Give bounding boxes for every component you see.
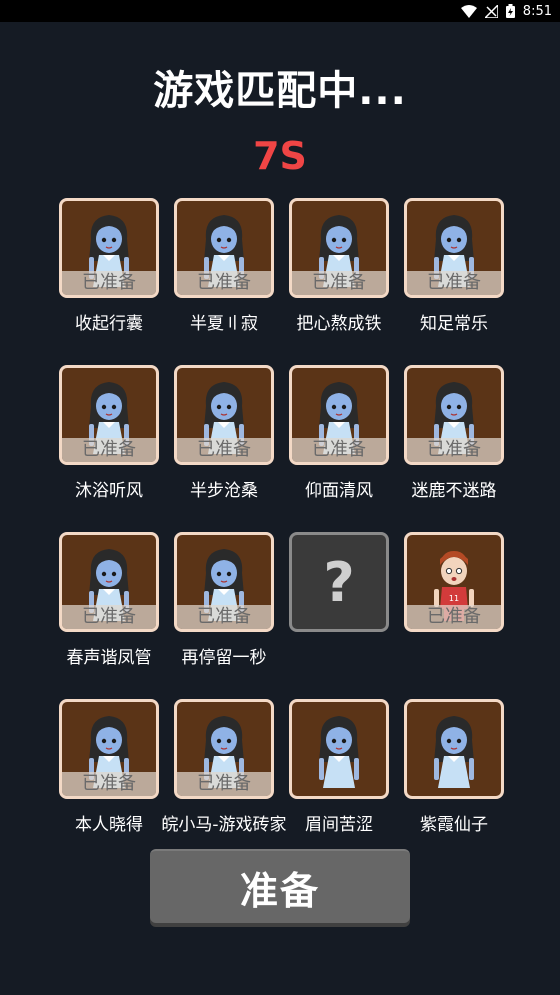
player-card: 已准备 (59, 198, 159, 298)
ready-badge: 已准备 (177, 605, 271, 629)
ready-badge: 已准备 (62, 605, 156, 629)
ready-badge: 已准备 (407, 605, 501, 629)
player-slot: 已准备 仰面清风 (289, 365, 389, 532)
page-title: 游戏匹配中... (153, 68, 407, 114)
player-name: 春声谐凤管 (66, 648, 152, 668)
player-name: 半夏〢寂 (190, 314, 258, 334)
ready-button[interactable]: 准备 (150, 849, 410, 923)
player-card: 11 已准备 (404, 532, 504, 632)
player-slot: 已准备 收起行囊 (59, 198, 159, 365)
player-name: 皖小马-游戏砖家 (161, 815, 287, 835)
player-slot: 已准备 迷鹿不迷路 (404, 365, 504, 532)
svg-text:11: 11 (449, 594, 459, 603)
girl-avatar-icon (424, 710, 484, 790)
player-slot: 已准备 半步沧桑 (174, 365, 274, 532)
ready-badge: 已准备 (177, 271, 271, 295)
ready-badge: 已准备 (177, 438, 271, 462)
no-signal-icon (484, 4, 498, 18)
ready-badge: 已准备 (407, 438, 501, 462)
player-slot: ? (289, 532, 389, 699)
player-name: 紫霞仙子 (420, 815, 488, 835)
ready-badge: 已准备 (407, 271, 501, 295)
empty-player-card: ? (289, 532, 389, 632)
player-card: 已准备 (289, 365, 389, 465)
player-card: 已准备 (404, 198, 504, 298)
clock: 8:51 (522, 3, 552, 19)
player-card (289, 699, 389, 799)
player-card: 已准备 (289, 198, 389, 298)
player-name: 迷鹿不迷路 (411, 481, 497, 501)
player-grid: 已准备 收起行囊 已准备 半夏〢寂 已准备 把心熬成铁 已准备 知足常乐 已准备 沐浴听风… (59, 198, 504, 866)
ready-badge: 已准备 (292, 438, 386, 462)
ready-badge: 已准备 (62, 438, 156, 462)
player-card: 已准备 (59, 532, 159, 632)
wifi-icon (460, 4, 477, 18)
player-card: 已准备 (174, 532, 274, 632)
player-slot: 眉间苦涩 (289, 699, 389, 866)
girl-avatar-icon (309, 710, 369, 790)
ready-badge: 已准备 (62, 772, 156, 796)
countdown-timer: 7S (253, 134, 307, 178)
player-card: 已准备 (174, 699, 274, 799)
question-mark-icon: ? (323, 550, 355, 614)
ready-badge: 已准备 (62, 271, 156, 295)
player-card: 已准备 (404, 365, 504, 465)
player-slot: 已准备 再停留一秒 (174, 532, 274, 699)
player-name: 沐浴听风 (75, 481, 143, 501)
player-name: 半步沧桑 (190, 481, 258, 501)
player-slot: 已准备 把心熬成铁 (289, 198, 389, 365)
player-card: 已准备 (59, 699, 159, 799)
player-name: 收起行囊 (75, 314, 143, 334)
player-name: 眉间苦涩 (305, 815, 373, 835)
player-card: 已准备 (174, 198, 274, 298)
player-slot: 已准备皖小马-游戏砖家 (161, 699, 287, 866)
player-card: 已准备 (174, 365, 274, 465)
player-card (404, 699, 504, 799)
player-slot: 已准备 本人晓得 (59, 699, 159, 866)
ready-badge: 已准备 (292, 271, 386, 295)
status-bar: 8:51 (0, 0, 560, 22)
player-slot: 11 已准备 (404, 532, 504, 699)
player-slot: 已准备 半夏〢寂 (174, 198, 274, 365)
ready-badge: 已准备 (177, 772, 271, 796)
player-slot: 已准备 沐浴听风 (59, 365, 159, 532)
player-slot: 紫霞仙子 (404, 699, 504, 866)
player-card: 已准备 (59, 365, 159, 465)
player-name: 仰面清风 (305, 481, 373, 501)
player-name: 把心熬成铁 (296, 314, 382, 334)
player-name: 知足常乐 (420, 314, 488, 334)
player-slot: 已准备 春声谐凤管 (59, 532, 159, 699)
player-name: 再停留一秒 (181, 648, 267, 668)
player-slot: 已准备 知足常乐 (404, 198, 504, 365)
player-name: 本人晓得 (75, 815, 143, 835)
battery-charging-icon (505, 4, 515, 18)
status-icons: 8:51 (460, 3, 552, 19)
